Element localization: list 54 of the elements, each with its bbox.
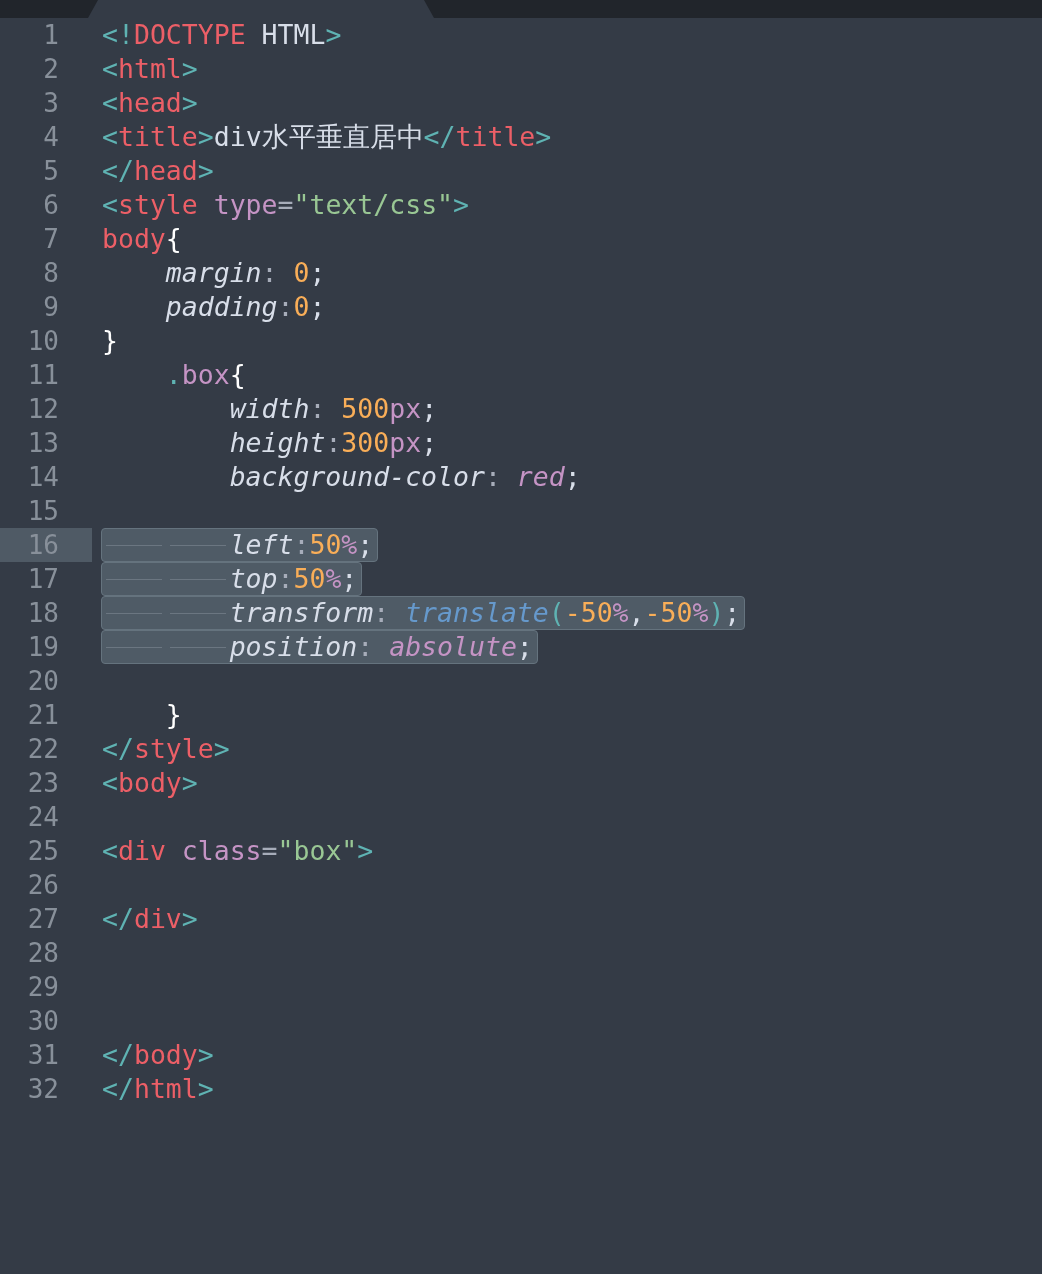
code-line: <title>div水平垂直居中</title> bbox=[101, 120, 553, 154]
code-line: <head> bbox=[101, 86, 199, 120]
line-number: 2 bbox=[43, 53, 59, 86]
code-line: padding:0; bbox=[164, 290, 327, 324]
code-line: </style> bbox=[101, 732, 231, 766]
line-number: 12 bbox=[27, 393, 59, 426]
line-number: 24 bbox=[27, 801, 59, 834]
line-number: 23 bbox=[27, 767, 59, 800]
line-number: 27 bbox=[27, 903, 59, 936]
line-number: 16 bbox=[27, 529, 59, 562]
line-number: 15 bbox=[27, 495, 59, 528]
line-number: 9 bbox=[43, 291, 59, 324]
code-line: <body> bbox=[101, 766, 199, 800]
line-number: 19 bbox=[27, 631, 59, 664]
code-line: <!DOCTYPE HTML> bbox=[101, 18, 343, 52]
line-number: 8 bbox=[43, 257, 59, 290]
line-number: 32 bbox=[27, 1073, 59, 1106]
code-line: background-color: red; bbox=[228, 460, 582, 494]
line-number: 13 bbox=[27, 427, 59, 460]
line-number: 21 bbox=[27, 699, 59, 732]
code-line: <style type="text/css"> bbox=[101, 188, 470, 222]
code-line: <div class="box"> bbox=[101, 834, 375, 868]
line-number: 29 bbox=[27, 971, 59, 1004]
line-number: 28 bbox=[27, 937, 59, 970]
code-line: <html> bbox=[101, 52, 199, 86]
line-number: 14 bbox=[27, 461, 59, 494]
line-number: 11 bbox=[27, 359, 59, 392]
code-line: height:300px; bbox=[228, 426, 439, 460]
line-number: 18 bbox=[27, 597, 59, 630]
code-line: </body> bbox=[101, 1038, 215, 1072]
line-number: 7 bbox=[43, 223, 59, 256]
line-number: 5 bbox=[43, 155, 59, 188]
code-line: margin: 0; bbox=[164, 256, 327, 290]
line-number: 22 bbox=[27, 733, 59, 766]
code-line: </head> bbox=[101, 154, 215, 188]
line-number: 20 bbox=[27, 665, 59, 698]
editor-tab[interactable] bbox=[88, 0, 434, 18]
code-line: width: 500px; bbox=[228, 392, 439, 426]
line-number: 17 bbox=[27, 563, 59, 596]
code-line: </html> bbox=[101, 1072, 215, 1106]
line-number: 3 bbox=[43, 87, 59, 120]
line-number: 4 bbox=[43, 121, 59, 154]
line-number: 25 bbox=[27, 835, 59, 868]
code-line: .box{ bbox=[164, 358, 247, 392]
code-line: } bbox=[164, 698, 183, 732]
line-number: 1 bbox=[43, 19, 59, 52]
line-number: 26 bbox=[27, 869, 59, 902]
code-line: } bbox=[101, 324, 119, 358]
code-line: </div> bbox=[101, 902, 199, 936]
line-number: 6 bbox=[43, 189, 59, 222]
line-number: 10 bbox=[27, 325, 59, 358]
line-number: 31 bbox=[27, 1039, 59, 1072]
line-number: 30 bbox=[27, 1005, 59, 1038]
code-line: body{ bbox=[101, 222, 183, 256]
